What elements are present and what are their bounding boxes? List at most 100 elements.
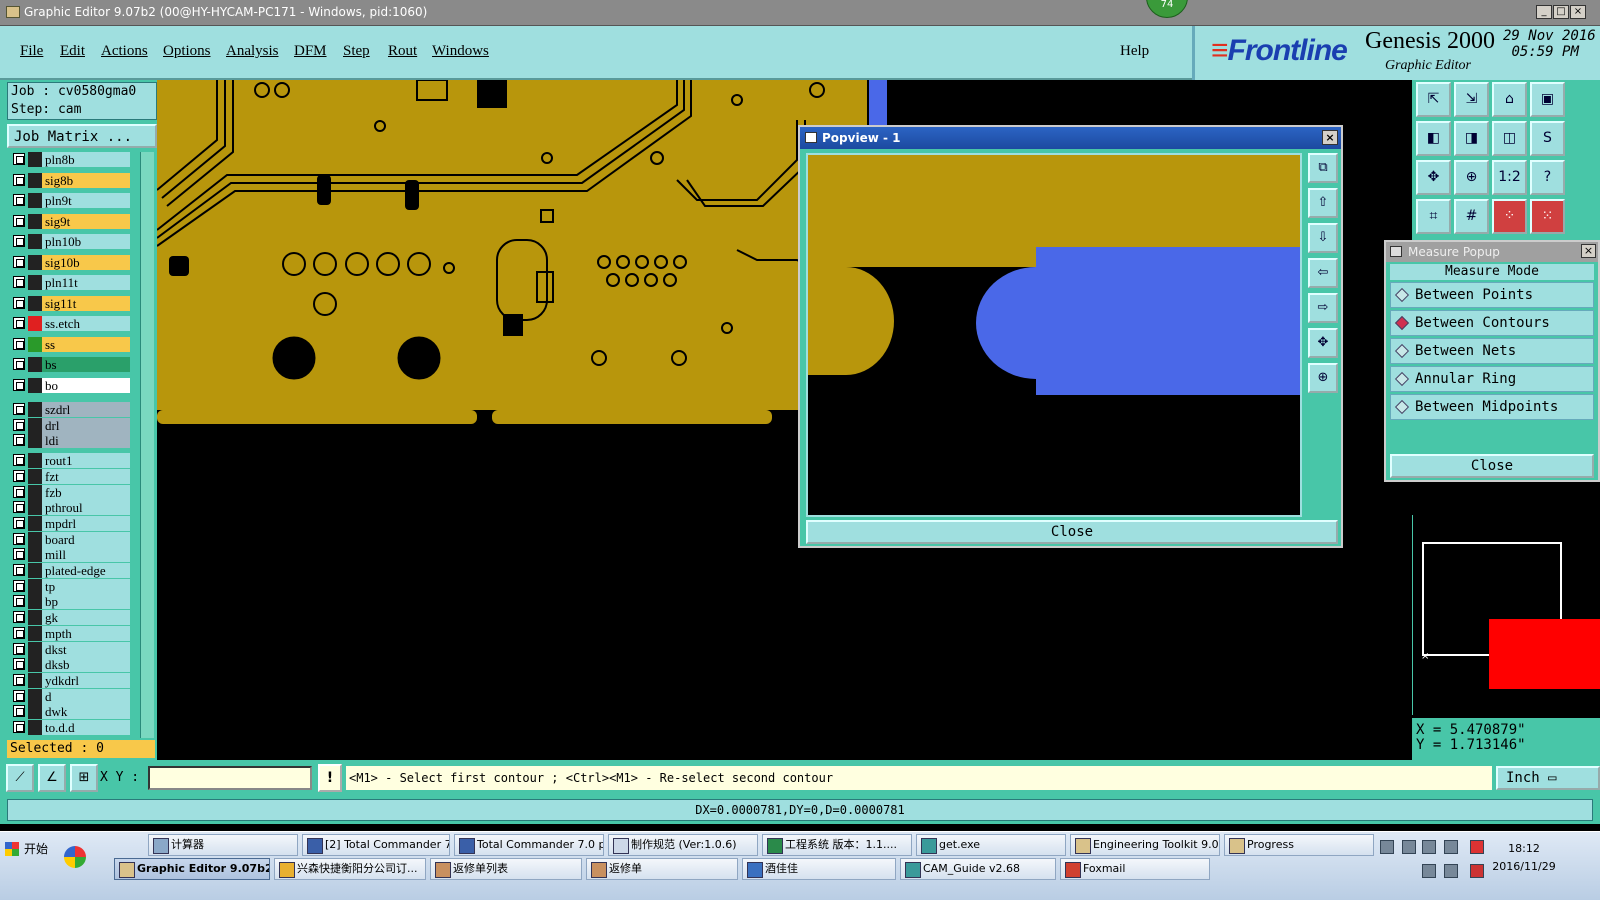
app-tray-icon[interactable] — [1470, 840, 1484, 854]
layer-name[interactable]: rout1 — [42, 453, 130, 469]
layer-row[interactable]: drl — [8, 417, 130, 433]
layer-row[interactable]: bp — [8, 594, 130, 610]
usb-icon[interactable] — [1422, 840, 1436, 854]
layer-name[interactable]: mill — [42, 547, 130, 563]
flag-icon[interactable] — [1470, 864, 1484, 878]
layer-row[interactable]: mpdrl — [8, 515, 130, 531]
layer-row[interactable]: rout1 — [8, 453, 130, 469]
layer-row[interactable]: ss — [8, 336, 130, 352]
clock[interactable]: 18:12 2016/11/29 — [1492, 840, 1556, 876]
layer-checkbox[interactable] — [13, 721, 25, 733]
layer-checkbox[interactable] — [13, 276, 25, 288]
layer-row[interactable]: dwk — [8, 704, 130, 720]
menu-options[interactable]: Options — [163, 43, 211, 60]
menu-step[interactable]: Step — [343, 43, 370, 60]
layer-name[interactable]: drl — [42, 417, 130, 433]
layer-row[interactable]: sig11t — [8, 295, 130, 311]
minimize-button[interactable]: _ — [1536, 5, 1552, 19]
layer-row[interactable]: dkst — [8, 641, 130, 657]
zoom-window-icon[interactable]: ▣ — [1530, 82, 1565, 117]
layer-name[interactable]: fzt — [42, 468, 130, 484]
layer-name[interactable]: pln8b — [42, 152, 130, 167]
pv-fit-icon[interactable]: ✥ — [1308, 328, 1338, 358]
xy-input[interactable] — [148, 766, 312, 790]
layer-checkbox[interactable] — [13, 579, 25, 592]
pan-right-icon[interactable]: ◨ — [1454, 121, 1489, 156]
layer-name[interactable]: board — [42, 531, 130, 547]
option-between-points[interactable]: Between Points — [1390, 282, 1594, 308]
taskbar-button[interactable]: CAM_Guide v2.68 — [900, 858, 1056, 880]
help-icon[interactable]: ? — [1530, 160, 1565, 195]
layer-row[interactable]: mill — [8, 547, 130, 563]
layer-checkbox[interactable] — [13, 689, 25, 702]
layer-name[interactable]: tp — [42, 578, 130, 594]
layer-checkbox[interactable] — [13, 611, 25, 624]
menu-analysis[interactable]: Analysis — [226, 43, 279, 60]
pv-down-icon[interactable]: ⇩ — [1308, 223, 1338, 253]
layer-row[interactable]: mpth — [8, 625, 130, 641]
monitor-icon[interactable] — [1444, 840, 1458, 854]
popview-title-bar[interactable]: Popview - 1 × — [800, 127, 1341, 149]
menu-help[interactable]: Help — [1120, 43, 1149, 60]
layer-name[interactable]: pthroul — [42, 500, 130, 516]
grid-snap-icon[interactable]: ⊞ — [70, 764, 98, 792]
layer-name[interactable]: mpth — [42, 625, 130, 641]
taskbar-button[interactable]: 制作规范 (Ver:1.0.6) — [608, 834, 758, 856]
menu-actions[interactable]: Actions — [101, 43, 148, 60]
taskbar-button[interactable]: Total Commander 7.0 p... — [454, 834, 604, 856]
popview-canvas[interactable] — [806, 153, 1302, 517]
menu-edit[interactable]: Edit — [60, 43, 85, 60]
unit-selector[interactable]: Inch ▭ — [1496, 766, 1600, 790]
option-between-nets[interactable]: Between Nets — [1390, 338, 1594, 364]
taskbar-button[interactable]: Graphic Editor 9.07b2 ... — [114, 858, 270, 880]
layer-row[interactable]: board — [8, 531, 130, 547]
home-icon[interactable]: ⌂ — [1492, 82, 1527, 117]
layer-checkbox[interactable] — [13, 564, 25, 576]
layer-checkbox[interactable] — [13, 194, 25, 206]
layer-checkbox[interactable] — [13, 673, 25, 686]
layer-checkbox[interactable] — [13, 153, 25, 165]
layer-checkbox[interactable] — [13, 516, 25, 529]
layer-row[interactable]: ss.etch — [8, 316, 130, 331]
layer-checkbox[interactable] — [13, 296, 25, 309]
taskbar-button[interactable]: 酒佳佳 — [742, 858, 896, 880]
layer-checkbox[interactable] — [13, 485, 25, 498]
network-icon[interactable] — [1380, 840, 1394, 854]
layer-name[interactable]: bp — [42, 594, 130, 610]
taskbar-button[interactable]: 返修单列表 — [430, 858, 582, 880]
layer-row[interactable]: sig8b — [8, 172, 130, 188]
layer-name[interactable]: bo — [42, 377, 130, 393]
measure-close-icon[interactable]: × — [1581, 244, 1596, 258]
layer-checkbox[interactable] — [13, 642, 25, 655]
taskbar-button[interactable]: 工程系统 版本：1.1.... — [762, 834, 912, 856]
layer-checkbox[interactable] — [13, 317, 25, 329]
job-matrix-button[interactable]: Job Matrix ... — [7, 124, 157, 148]
layer-row[interactable]: d — [8, 688, 130, 704]
pv-right-icon[interactable]: ⇨ — [1308, 293, 1338, 323]
net-connect-icon[interactable]: ⁙ — [1530, 199, 1565, 234]
layer-row[interactable]: plated-edge — [8, 563, 130, 578]
net-highlight-icon[interactable]: ⁘ — [1492, 199, 1527, 234]
layer-row[interactable]: ldi — [8, 433, 130, 449]
layer-name[interactable]: gk — [42, 610, 130, 626]
layer-name[interactable]: to.d.d — [42, 720, 130, 735]
pv-up-icon[interactable]: ⇧ — [1308, 188, 1338, 218]
layer-checkbox[interactable] — [13, 434, 25, 447]
layer-row[interactable]: sig10b — [8, 254, 130, 270]
layer-row[interactable]: pln8b — [8, 152, 130, 167]
layer-name[interactable]: sig8b — [42, 172, 130, 188]
menu-rout[interactable]: Rout — [388, 43, 417, 60]
grid-icon[interactable]: # — [1454, 199, 1489, 234]
layer-checkbox[interactable] — [13, 658, 25, 671]
layer-checkbox[interactable] — [13, 378, 25, 391]
layer-name[interactable]: dkst — [42, 641, 130, 657]
option-between-contours[interactable]: Between Contours — [1390, 310, 1594, 336]
layer-checkbox[interactable] — [13, 235, 25, 247]
layer-checkbox[interactable] — [13, 548, 25, 561]
layer-name[interactable]: dwk — [42, 704, 130, 720]
layer-name[interactable]: dksb — [42, 657, 130, 673]
layer-name[interactable]: fzb — [42, 484, 130, 500]
windows-logo-icon[interactable] — [64, 846, 86, 868]
layer-checkbox[interactable] — [13, 173, 25, 186]
taskbar-button[interactable]: Engineering Toolkit 9.0... — [1070, 834, 1220, 856]
